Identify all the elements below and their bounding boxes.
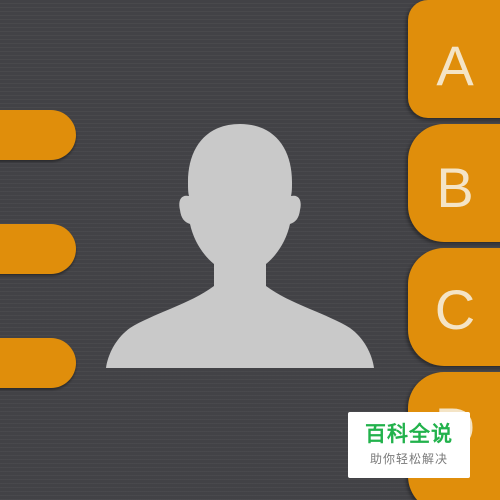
tab-letter: A [436, 34, 474, 97]
binder-ring [0, 224, 76, 274]
tab-a[interactable]: A [408, 0, 500, 118]
watermark: 百科全说 助你轻松解决 [348, 412, 470, 478]
contacts-app-icon: A B C D 百科全说 助你轻松解决 [0, 0, 500, 500]
binder-ring [0, 110, 76, 160]
tab-letter: B [436, 156, 474, 219]
tab-c[interactable]: C [408, 248, 500, 366]
watermark-subtitle: 助你轻松解决 [369, 452, 448, 466]
watermark-title: 百科全说 [365, 422, 453, 446]
tab-b[interactable]: B [408, 124, 500, 242]
binder-ring [0, 338, 76, 388]
tab-letter: C [434, 278, 476, 341]
person-silhouette-icon [106, 124, 374, 368]
